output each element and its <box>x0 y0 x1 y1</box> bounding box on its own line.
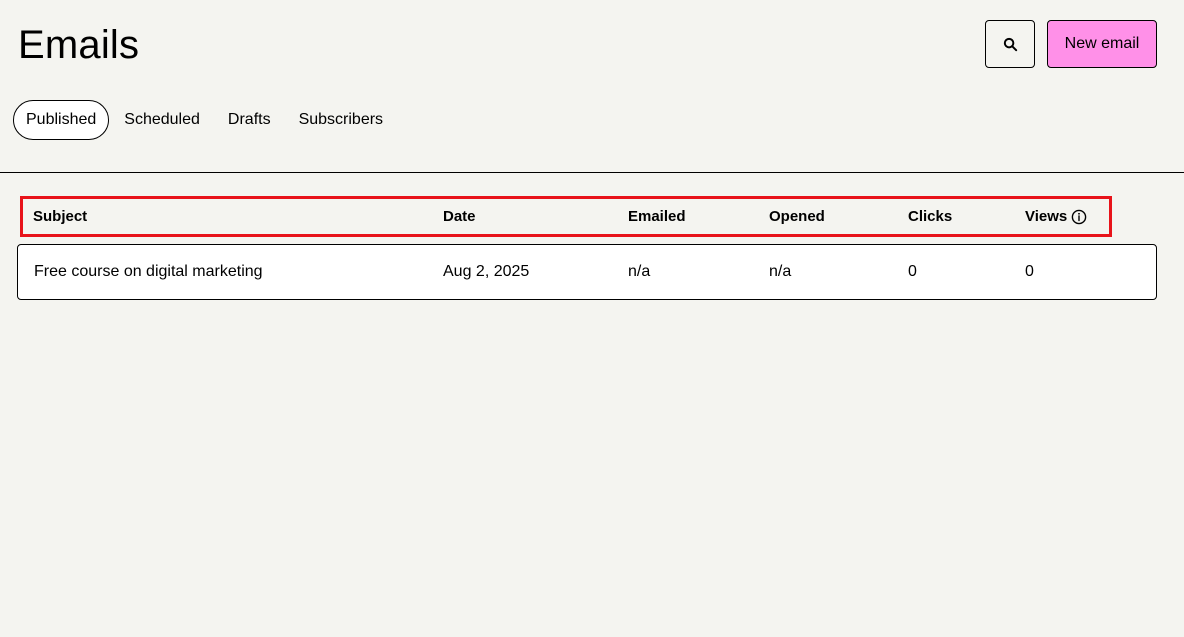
info-icon[interactable] <box>1071 209 1087 225</box>
column-header-emailed[interactable]: Emailed <box>628 199 686 234</box>
table-row[interactable]: Free course on digital marketing Aug 2, … <box>17 244 1157 300</box>
cell-clicks: 0 <box>908 263 917 280</box>
column-header-views[interactable]: Views <box>1025 208 1067 225</box>
search-icon <box>1002 36 1019 53</box>
column-header-subject[interactable]: Subject <box>33 199 87 234</box>
tab-subscribers[interactable]: Subscribers <box>286 100 396 140</box>
page-title: Emails <box>18 23 140 67</box>
tab-drafts[interactable]: Drafts <box>215 100 284 140</box>
column-header-opened[interactable]: Opened <box>769 199 825 234</box>
column-header-date[interactable]: Date <box>443 199 476 234</box>
cell-views: 0 <box>1025 263 1034 280</box>
tab-scheduled[interactable]: Scheduled <box>111 100 213 140</box>
cell-subject[interactable]: Free course on digital marketing <box>34 245 263 299</box>
header-divider <box>0 172 1184 173</box>
tab-published[interactable]: Published <box>13 100 110 140</box>
column-header-views-group: Views <box>1025 199 1087 234</box>
column-header-clicks[interactable]: Clicks <box>908 199 952 234</box>
new-email-button[interactable]: New email <box>1047 20 1157 68</box>
table-header: Subject Date Emailed Opened Clicks Views <box>20 196 1112 237</box>
cell-opened: n/a <box>769 263 792 280</box>
cell-emailed: n/a <box>628 263 651 280</box>
search-button[interactable] <box>985 20 1035 68</box>
cell-date: Aug 2, 2025 <box>443 263 530 280</box>
emails-page: Emails New email Published Scheduled Dra… <box>0 0 1184 637</box>
tabs-bar: Published Scheduled Drafts Subscribers <box>13 100 398 140</box>
